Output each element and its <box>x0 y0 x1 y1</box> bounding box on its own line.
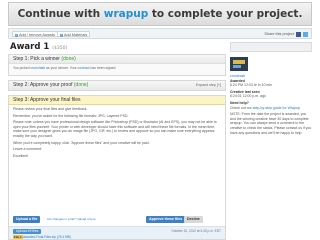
page: Continue with wrapup to complete your pr… <box>8 0 312 240</box>
add-materials-label: Add Materials <box>64 33 88 37</box>
plus-icon <box>60 33 63 37</box>
award-amount: ($350) <box>52 46 68 51</box>
award-name: Award 1 <box>10 42 50 52</box>
add-materials-button[interactable]: Add Materials <box>57 31 91 37</box>
step-1-body: You picked crunchlab as your winner. You… <box>9 64 225 73</box>
add-awards-button[interactable]: Add / remove Awards <box>12 31 59 37</box>
award-title: Award 1 ($350) <box>10 42 67 52</box>
share-label: Share this project <box>264 32 294 36</box>
step-1-title: Step 1: Pick a winner <box>13 56 60 62</box>
file-row: Upload #9 files October 30, 2012 at 3:40… <box>9 226 225 239</box>
expand-step-link[interactable]: Expand step [+] <box>196 81 221 90</box>
main-column: Award 1 ($350) Step 1: Pick a winner (do… <box>8 42 226 240</box>
facebook-icon[interactable] <box>295 31 301 37</box>
upload-tag: Upload #9 files <box>13 229 42 234</box>
contract-link[interactable]: contract <box>78 66 90 70</box>
guide-link[interactable]: step-by-step guide for Wrapup <box>253 106 300 110</box>
step-3-paragraph: When you're completely happy, click "App… <box>13 140 150 145</box>
upload-file-button[interactable]: Upload a file <box>13 216 41 223</box>
step-1-text: You picked <box>13 66 31 70</box>
wrapup-banner: Continue with wrapup to complete your pr… <box>8 2 312 26</box>
file-download-link[interactable]: awarded-Final-Files.zip (75.4 MB) <box>23 235 71 239</box>
wrapup-note: NOTE: From the date the project is award… <box>230 112 312 135</box>
step-3-paragraph: Remember, you've asked for the following… <box>13 113 129 118</box>
banner-suffix: to complete your project. <box>148 8 303 20</box>
upload-date: October 30, 2012 at 3:40 p.m. EDT <box>171 229 221 233</box>
sidebar: crunchlab Awarded 6:24 PM 12:03 hr in 10… <box>230 42 312 240</box>
step-3-header: Step 3: Approve your final files <box>9 96 225 105</box>
step-3-paragraph: Please review your final files and give … <box>13 107 88 111</box>
step-2-status: (done) <box>73 82 89 88</box>
step-2-header: Step 2: Approve your proof (done) Expand… <box>9 81 225 90</box>
step-3-panel: Step 3: Approve your final files Please … <box>8 95 226 240</box>
step-1-header: Step 1: Pick a winner (done) <box>9 55 225 64</box>
awarded-value: 6:24 PM 12:03 hr in 10 min <box>230 83 273 88</box>
file-number-badge: File 1 <box>13 235 23 239</box>
banner-prefix: Continue with <box>17 8 104 20</box>
twitter-icon[interactable] <box>303 31 308 37</box>
step-1-status: (done) <box>61 56 76 62</box>
step-1-text-2: as your winner. Your <box>45 66 78 70</box>
add-awards-label: Add / remove Awards <box>19 33 56 37</box>
last-seen-value: 6:24:01 12:00 p.m. ago <box>230 94 266 99</box>
comment-text: Excellent! <box>13 153 29 158</box>
plus-icon <box>15 33 18 37</box>
step-1-panel: Step 1: Pick a winner (done) You picked … <box>8 54 226 76</box>
banner-brand: wrapup <box>103 8 149 20</box>
step-2-panel[interactable]: Step 2: Approve your proof (done) Expand… <box>8 80 226 91</box>
share-area: Share this project <box>264 31 308 37</box>
help-text: Check out our step-by-step guide for Wra… <box>230 106 312 111</box>
step-3-paragraph: Please note: unless you have professiona… <box>13 120 217 138</box>
sidebar-header <box>230 42 312 52</box>
winner-link[interactable]: crunchlab <box>30 66 45 70</box>
step-2-title: Step 2: Approve your proof <box>13 82 73 88</box>
winner-avatar <box>230 57 248 71</box>
approve-files-button[interactable]: Approve these files <box>146 216 186 223</box>
help-text-prefix: Check out our <box>230 105 253 110</box>
comment-label: Leave a comment: <box>13 147 42 152</box>
step-3-title: Step 3: Approve your final files <box>13 97 81 103</box>
sidebar-body: crunchlab Awarded 6:24 PM 12:03 hr in 10… <box>230 52 312 137</box>
decline-button[interactable]: Decline <box>184 216 203 223</box>
step-1-text-3: has been signed. <box>89 66 117 70</box>
toolbar: Add / remove Awards Add Materials Share … <box>8 28 312 39</box>
changes-note-link[interactable]: Are changes in a file? Upload it here. <box>47 217 96 221</box>
